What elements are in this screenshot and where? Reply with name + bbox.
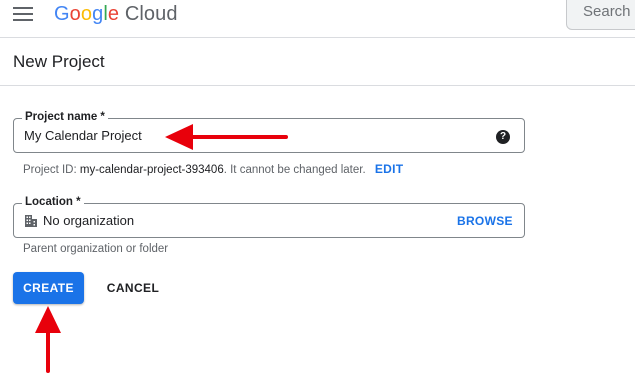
project-id-hint: Project ID: my-calendar-project-393406. …	[23, 162, 403, 176]
location-value: No organization	[43, 213, 135, 228]
top-bar: Google Cloud	[0, 0, 635, 38]
project-name-label: Project name *	[22, 110, 108, 124]
google-cloud-logo[interactable]: Google Cloud	[54, 3, 178, 26]
project-name-value[interactable]: My Calendar Project	[24, 128, 142, 143]
building-icon	[25, 215, 37, 227]
page-header: New Project	[0, 38, 635, 86]
create-button[interactable]: CREATE	[13, 272, 84, 304]
cancel-button[interactable]: CANCEL	[100, 272, 166, 304]
project-id-value: my-calendar-project-393406	[79, 164, 224, 176]
page-title: New Project	[13, 52, 105, 71]
logo-google-text: Google	[54, 3, 120, 25]
hamburger-menu-icon[interactable]	[13, 7, 33, 23]
project-id-suffix: . It cannot be changed later.	[223, 164, 366, 176]
browse-button[interactable]: BROWSE	[457, 214, 513, 228]
help-icon[interactable]: ?	[496, 130, 510, 144]
location-label: Location *	[22, 195, 84, 209]
logo-cloud-text: Cloud	[124, 3, 178, 25]
location-hint: Parent organization or folder	[23, 243, 169, 255]
project-id-prefix: Project ID:	[23, 164, 80, 176]
edit-project-id-button[interactable]: EDIT	[375, 162, 404, 176]
location-field[interactable]: Location * No organization BROWSE	[13, 195, 525, 238]
search-box[interactable]	[566, 0, 635, 30]
search-input[interactable]	[583, 3, 635, 20]
project-name-field[interactable]: Project name * My Calendar Project ?	[13, 110, 525, 153]
